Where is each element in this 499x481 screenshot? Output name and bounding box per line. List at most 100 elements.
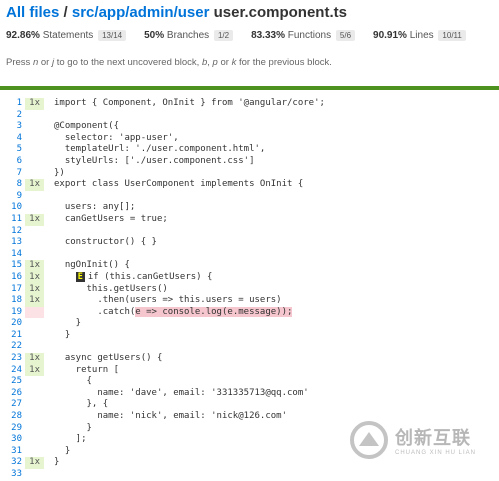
- code-text: }: [54, 329, 71, 340]
- code-text: import { Component, OnInit } from '@angu…: [54, 98, 325, 108]
- code-line: 13 constructor() { }: [0, 237, 499, 249]
- watermark-cn: 创新互联: [395, 428, 471, 448]
- line-number-link[interactable]: 4: [0, 133, 25, 145]
- hit-count: [25, 330, 44, 342]
- line-number-link[interactable]: 18: [0, 295, 25, 307]
- hit-count: [25, 191, 44, 203]
- line-number-link[interactable]: 14: [0, 249, 25, 261]
- line-number-link[interactable]: 3: [0, 121, 25, 133]
- line-number-link[interactable]: 26: [0, 388, 25, 400]
- line-number-link[interactable]: 15: [0, 260, 25, 272]
- line-number-link[interactable]: 24: [0, 365, 25, 377]
- line-number-link[interactable]: 21: [0, 330, 25, 342]
- code-text: @Component({: [54, 121, 120, 132]
- stat-statements: 92.86% Statements 13/14: [6, 30, 127, 41]
- hit-count: 1x: [25, 457, 44, 469]
- source-code: this.getUsers(): [44, 284, 499, 296]
- line-number-link[interactable]: 31: [0, 446, 25, 458]
- hit-count: [25, 469, 44, 481]
- code-line: 33: [0, 469, 499, 481]
- source-code: canGetUsers = true;: [44, 214, 499, 226]
- breadcrumb-all-files[interactable]: All files: [6, 4, 59, 21]
- source-code: [44, 226, 499, 238]
- stat-fraction: 5/6: [335, 30, 356, 41]
- stat-fraction: 1/2: [213, 30, 234, 41]
- line-number-link[interactable]: 11: [0, 214, 25, 226]
- code-line: 24 1x return [: [0, 364, 499, 377]
- stat-branches: 50% Branches 1/2: [144, 30, 234, 41]
- stat-lines: 90.91% Lines 10/11: [373, 30, 466, 41]
- keyboard-hint: Press n or j to go to the next uncovered…: [6, 57, 493, 68]
- line-number-link[interactable]: 7: [0, 168, 25, 180]
- code-text: constructor() { }: [54, 237, 157, 248]
- source-code: selector: 'app-user',: [44, 133, 499, 145]
- line-number-link[interactable]: 30: [0, 434, 25, 446]
- line-number-link[interactable]: 6: [0, 156, 25, 168]
- stat-percent: 83.33%: [251, 30, 285, 41]
- code-line: 22: [0, 341, 499, 353]
- hit-count: 1x: [25, 271, 44, 284]
- code-text: }: [54, 422, 92, 433]
- hit-count: [25, 249, 44, 261]
- code-text: }: [54, 445, 71, 456]
- line-number-link[interactable]: 27: [0, 399, 25, 411]
- coverage-summary: 92.86% Statements 13/14 50% Branches 1/2…: [6, 30, 493, 41]
- watermark: 创新互联 CHUANG XIN HU LIAN: [349, 410, 489, 470]
- code-text: return [: [54, 364, 120, 375]
- source-code: }): [44, 168, 499, 180]
- line-number-link[interactable]: 32: [0, 457, 25, 469]
- code-text: users: any[];: [54, 202, 136, 213]
- line-number-link[interactable]: 22: [0, 341, 25, 353]
- hit-count: [25, 156, 44, 168]
- line-number-link[interactable]: 9: [0, 191, 25, 203]
- source-code: export class UserComponent implements On…: [44, 179, 499, 191]
- line-number-link[interactable]: 28: [0, 411, 25, 423]
- line-number-link[interactable]: 19: [0, 307, 25, 319]
- code-text: if (this.canGetUsers) {: [87, 271, 213, 282]
- code-text: }): [54, 167, 65, 178]
- brand-logo-icon: [350, 421, 388, 459]
- line-number-link[interactable]: 20: [0, 318, 25, 330]
- line-number-link[interactable]: 10: [0, 202, 25, 214]
- line-number-link[interactable]: 33: [0, 469, 25, 481]
- code-text: selector: 'app-user',: [54, 132, 179, 143]
- line-number-link[interactable]: 17: [0, 284, 25, 296]
- code-text: }, {: [54, 399, 109, 410]
- hit-count: 1x: [25, 260, 44, 272]
- line-number-link[interactable]: 16: [0, 272, 25, 284]
- hint-text: or: [38, 57, 52, 68]
- code-text: export class UserComponent implements On…: [54, 179, 304, 190]
- hit-count: [25, 121, 44, 133]
- line-number-link[interactable]: 5: [0, 144, 25, 156]
- line-number-link[interactable]: 13: [0, 237, 25, 249]
- hit-count: [25, 306, 44, 319]
- code-line: 20 }: [0, 318, 499, 330]
- line-number-link[interactable]: 8: [0, 179, 25, 191]
- breadcrumb-path[interactable]: src/app/admin/user: [72, 4, 210, 21]
- hit-count: [25, 318, 44, 330]
- stat-label: Functions: [287, 30, 332, 41]
- stat-label: Lines: [409, 30, 434, 41]
- code-text: this.getUsers(): [54, 283, 168, 294]
- hit-count: [25, 411, 44, 423]
- line-number-link[interactable]: 1: [0, 98, 25, 110]
- hit-count: [25, 446, 44, 458]
- line-number-link[interactable]: 23: [0, 353, 25, 365]
- code-text: name: 'nick', email: 'nick@126.com': [54, 411, 287, 422]
- code-line: 4 selector: 'app-user',: [0, 133, 499, 145]
- page-title: All files / src/app/admin/user user.comp…: [6, 4, 493, 22]
- hit-count: 1x: [25, 98, 44, 110]
- hit-count: 1x: [25, 179, 44, 191]
- code-line: 18 1x .then(users => this.users = users): [0, 295, 499, 307]
- line-number-link[interactable]: 25: [0, 376, 25, 388]
- line-number-link[interactable]: 2: [0, 110, 25, 122]
- hit-count: [25, 434, 44, 446]
- code-text: }: [54, 457, 60, 468]
- coverage-status-bar: [0, 86, 499, 90]
- source-code: name: 'dave', email: '331335713@qq.com': [44, 388, 499, 400]
- line-number-link[interactable]: 29: [0, 423, 25, 435]
- code-line: 15 1x ngOnInit() {: [0, 260, 499, 272]
- line-number-link[interactable]: 12: [0, 226, 25, 238]
- code-line: 21 }: [0, 330, 499, 342]
- code-line: 8 1x export class UserComponent implements…: [0, 179, 499, 191]
